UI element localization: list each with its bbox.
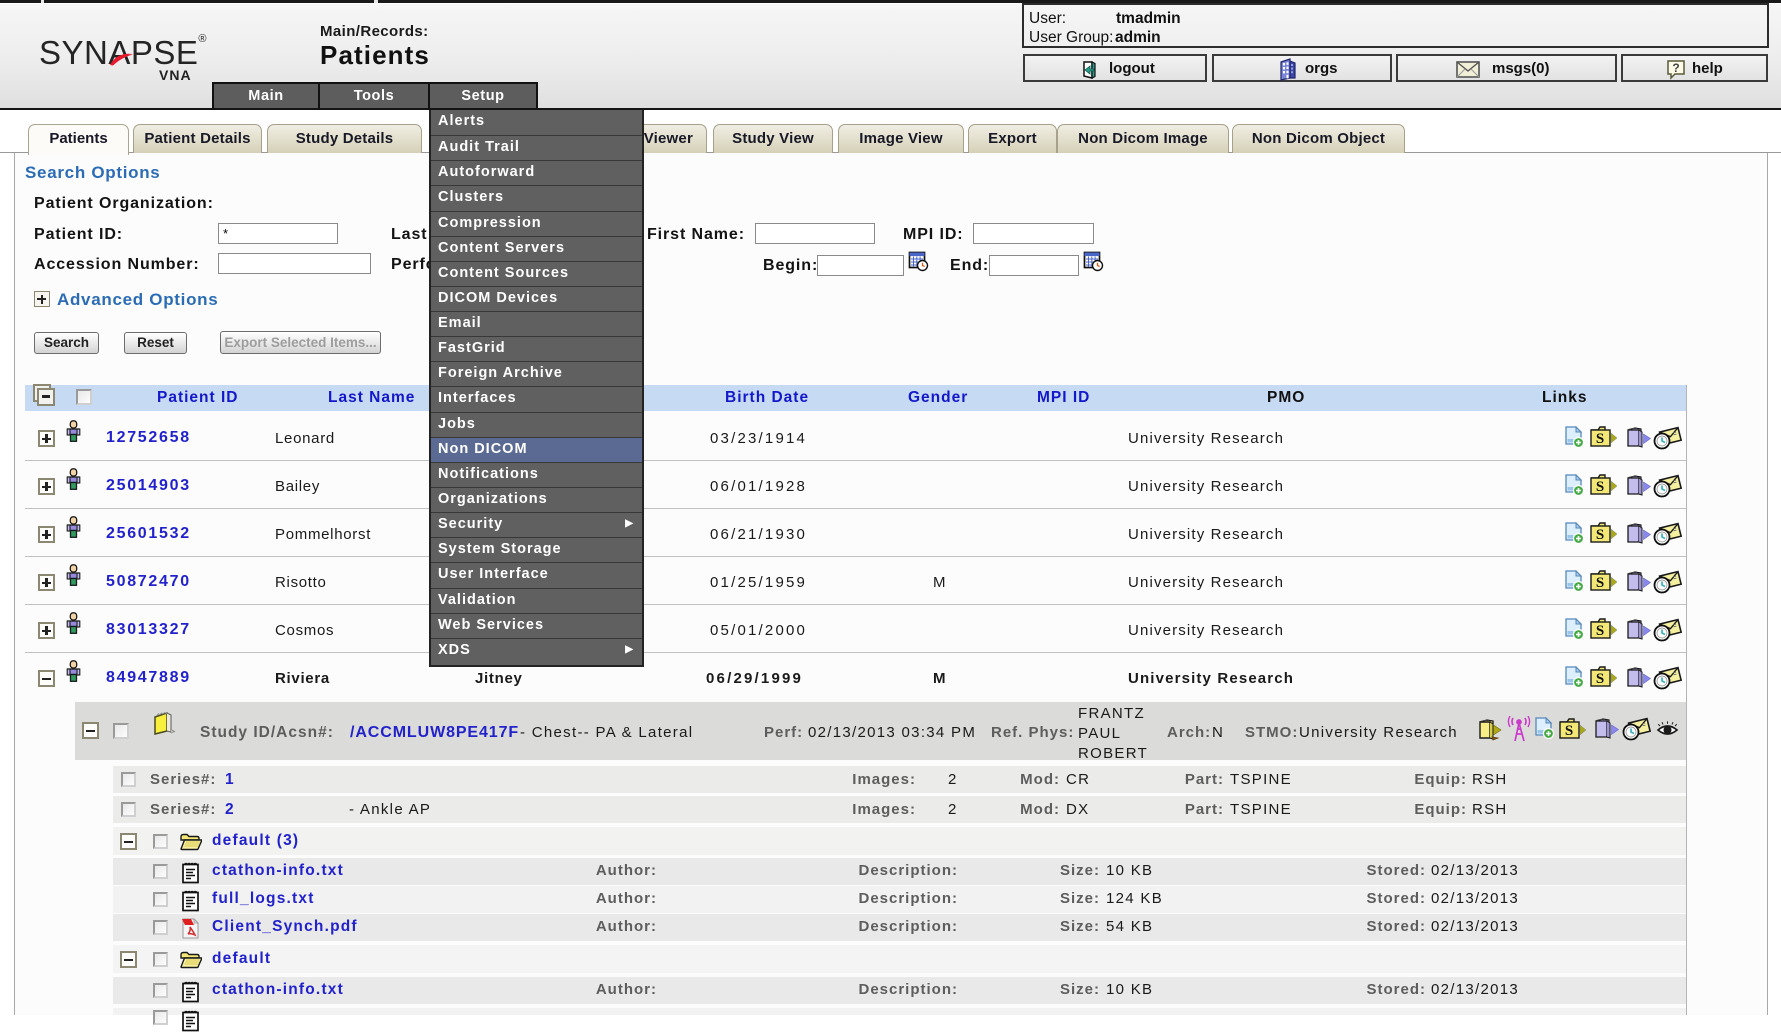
svg-text:S: S: [1596, 671, 1604, 687]
svg-text:S: S: [1596, 527, 1604, 543]
svg-text:S: S: [1596, 431, 1604, 447]
svg-text:S: S: [1596, 479, 1604, 495]
svg-text:S: S: [1596, 623, 1604, 639]
svg-text:S: S: [1596, 575, 1604, 591]
svg-text:?: ?: [1672, 61, 1679, 75]
svg-text:S: S: [1565, 723, 1573, 739]
